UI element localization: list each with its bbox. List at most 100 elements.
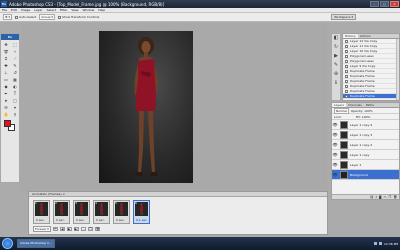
close-button[interactable]: × xyxy=(390,1,399,7)
brushes-icon[interactable]: ✎ xyxy=(334,62,338,68)
navigator-icon[interactable]: ◧ xyxy=(334,35,339,41)
fill-field[interactable]: Fill: 100% xyxy=(356,115,371,119)
frame-delay[interactable]: 0 sec. xyxy=(116,218,125,222)
dodge-tool-icon[interactable]: ◐ xyxy=(11,83,19,89)
layer-row[interactable]: 👁 Layer 1 copy 3 xyxy=(332,130,399,140)
move-tool-icon[interactable]: ✥ xyxy=(2,41,10,47)
eraser-tool-icon[interactable]: ▭ xyxy=(2,76,10,82)
new-group-icon[interactable]: ▭ xyxy=(384,195,387,199)
layer-style-icon[interactable]: ƒ xyxy=(376,195,377,199)
loop-select[interactable]: Forever ▾ xyxy=(33,226,51,232)
next-frame-button[interactable]: ▶| xyxy=(73,227,79,231)
animation-frame[interactable]: 3 0 sec. xyxy=(73,200,90,224)
trash-icon[interactable]: 🗑 xyxy=(393,195,397,199)
slice-tool-icon[interactable]: ⟋ xyxy=(11,55,19,61)
brush-tool-icon[interactable]: ✎ xyxy=(11,62,19,68)
tween-button[interactable]: ⋯ xyxy=(80,227,86,231)
tab-layers[interactable]: Layers xyxy=(332,103,346,107)
menu-help[interactable]: Help xyxy=(98,8,105,12)
auto-select-checkbox[interactable] xyxy=(14,15,18,19)
delete-frame-button[interactable]: 🗑 xyxy=(94,227,100,231)
menu-filter[interactable]: Filter xyxy=(60,8,67,12)
frame-delay[interactable]: 0 sec. xyxy=(56,218,65,222)
frame-delay[interactable]: 0 sec. xyxy=(36,218,45,222)
eyedropper-tool-icon[interactable]: ⌖ xyxy=(11,104,19,110)
pen-tool-icon[interactable]: ✒ xyxy=(2,90,10,96)
menu-select[interactable]: Select xyxy=(47,8,56,12)
menu-layer[interactable]: Layer xyxy=(34,8,42,12)
layer-row[interactable]: 👁 Layer 1 copy 2 xyxy=(332,140,399,150)
tool-preset-picker[interactable]: ✥ ▾ xyxy=(3,14,12,20)
new-layer-icon[interactable]: ❐ xyxy=(388,195,391,199)
layer-row[interactable]: 👁 Layer 1 xyxy=(332,160,399,170)
first-frame-button[interactable]: ⏮ xyxy=(52,227,58,231)
magic-wand-tool-icon[interactable]: ✧ xyxy=(11,48,19,54)
zoom-tool-icon[interactable]: ⚲ xyxy=(11,111,19,117)
frame-delay[interactable]: 0 sec. xyxy=(76,218,85,222)
animation-frame[interactable]: 1 0 sec. xyxy=(33,200,50,224)
maximize-button[interactable]: □ xyxy=(380,1,389,7)
lasso-tool-icon[interactable]: ➰ xyxy=(2,48,10,54)
animation-frame[interactable]: 6 0.1 sec. xyxy=(133,200,150,224)
visibility-eye-icon[interactable]: 👁 xyxy=(332,122,338,127)
tab-paths[interactable]: Paths xyxy=(364,103,376,107)
previous-frame-button[interactable]: ◀ xyxy=(59,227,65,231)
layer-row[interactable]: 👁 Layer 1 copy xyxy=(332,150,399,160)
opacity-field[interactable]: Opacity: 100% xyxy=(351,109,373,113)
hand-tool-icon[interactable]: ✋ xyxy=(2,111,10,117)
type-tool-icon[interactable]: T xyxy=(11,90,19,96)
blur-tool-icon[interactable]: ◆ xyxy=(2,83,10,89)
actions-icon[interactable]: ▶ xyxy=(334,53,338,59)
menu-edit[interactable]: Edit xyxy=(11,8,17,12)
history-item[interactable]: Duplicate Frame xyxy=(343,94,399,99)
gradient-tool-icon[interactable]: ▦ xyxy=(11,76,19,82)
crop-tool-icon[interactable]: ⌗ xyxy=(2,55,10,61)
show-transform-checkbox[interactable] xyxy=(57,15,61,19)
menu-window[interactable]: Window xyxy=(82,8,94,12)
menu-file[interactable]: File xyxy=(2,8,7,12)
foreground-color-swatch[interactable] xyxy=(4,120,11,127)
info-icon[interactable]: ℹ xyxy=(335,80,337,86)
volume-icon[interactable] xyxy=(379,242,382,245)
history-scrollbar[interactable] xyxy=(396,39,399,100)
tab-channels[interactable]: Channels xyxy=(346,103,364,107)
frame-delay[interactable]: 0 sec. xyxy=(96,218,105,222)
blend-mode-select[interactable]: Normal xyxy=(334,107,349,114)
minimize-button[interactable]: – xyxy=(370,1,379,7)
animation-frame[interactable]: 5 0 sec. xyxy=(113,200,130,224)
visibility-eye-icon[interactable]: 👁 xyxy=(332,172,338,177)
duplicate-frame-button[interactable]: ❐ xyxy=(87,227,93,231)
visibility-eye-icon[interactable]: 👁 xyxy=(332,162,338,167)
tab-history[interactable]: History xyxy=(343,34,358,38)
history-brush-icon[interactable]: ↺ xyxy=(11,69,19,75)
network-icon[interactable] xyxy=(374,242,377,245)
workspace-button[interactable]: Workspace ▾ xyxy=(331,14,356,20)
clone-source-icon[interactable]: ⊕ xyxy=(334,71,338,77)
frame-delay[interactable]: 0.1 sec. xyxy=(136,218,148,222)
clone-stamp-icon[interactable]: ⊥ xyxy=(2,69,10,75)
start-button[interactable] xyxy=(2,238,13,249)
visibility-eye-icon[interactable]: 👁 xyxy=(332,152,338,157)
notes-tool-icon[interactable]: ✉ xyxy=(2,104,10,110)
history-panel-icon[interactable]: ↻ xyxy=(334,44,338,50)
tab-actions[interactable]: Actions xyxy=(358,34,373,38)
animation-frame[interactable]: 2 0 sec. xyxy=(53,200,70,224)
marquee-tool-icon[interactable]: ⬚ xyxy=(11,41,19,47)
visibility-eye-icon[interactable]: 👁 xyxy=(332,142,338,147)
path-selection-icon[interactable]: ➤ xyxy=(2,97,10,103)
play-button[interactable]: ▶ xyxy=(66,227,72,231)
shape-tool-icon[interactable]: ▢ xyxy=(11,97,19,103)
layer-row[interactable]: 👁 Layer 1 copy 4 xyxy=(332,120,399,130)
animation-frame[interactable]: 4 0 sec. xyxy=(93,200,110,224)
menu-image[interactable]: Image xyxy=(21,8,30,12)
image-canvas[interactable] xyxy=(99,31,193,183)
healing-brush-icon[interactable]: ✚ xyxy=(2,62,10,68)
menu-view[interactable]: View xyxy=(71,8,78,12)
mask-icon[interactable]: ◙ xyxy=(379,195,382,199)
taskbar-item-photoshop[interactable]: Adobe Photoshop C... xyxy=(17,239,56,248)
layer-row[interactable]: 👁 Background xyxy=(332,170,399,180)
auto-select-target[interactable]: Group ▾ xyxy=(39,14,55,20)
clock[interactable]: 12:36 PM xyxy=(384,242,398,246)
link-layers-icon[interactable]: ⛓ xyxy=(370,195,374,199)
visibility-eye-icon[interactable]: 👁 xyxy=(332,132,338,137)
